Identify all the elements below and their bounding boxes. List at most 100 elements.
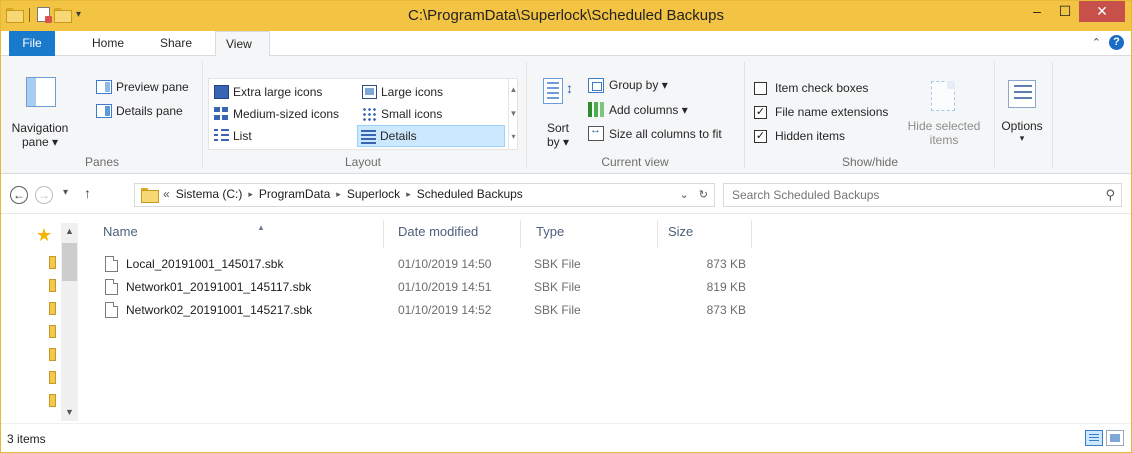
details-option[interactable]: Details (357, 125, 505, 147)
help-icon[interactable]: ? (1109, 35, 1124, 50)
column-header-type[interactable]: Type (536, 224, 564, 239)
ribbon-view: Navigation pane ▾ Preview pane Details p… (0, 56, 1132, 174)
nav-folder-icon[interactable] (49, 394, 56, 407)
details-pane-button[interactable]: Details pane (116, 104, 183, 118)
nav-folder-icon[interactable] (49, 302, 56, 315)
options-button[interactable]: Options (996, 119, 1048, 133)
search-box[interactable]: ⚲ (723, 183, 1122, 207)
nav-pane-scrollbar[interactable]: ▲ ▼ (61, 223, 78, 421)
up-button[interactable]: ↑ (84, 185, 91, 201)
nav-folder-icon[interactable] (49, 256, 56, 269)
small-icons-icon (362, 107, 377, 121)
list-icon (214, 129, 229, 143)
minimize-button[interactable]: ‒ (1023, 0, 1051, 22)
recent-locations-icon[interactable]: ▾ (63, 187, 68, 198)
hidden-items-checkbox[interactable]: ✓ (754, 130, 767, 143)
navigation-pane-icon[interactable] (26, 77, 56, 107)
breadcrumb-separator-icon[interactable]: ▸ (248, 189, 253, 200)
gallery-more-icon[interactable]: ▾ (509, 126, 518, 148)
tab-share[interactable]: Share (150, 31, 202, 56)
file-name-extensions-label[interactable]: File name extensions (775, 105, 888, 119)
breadcrumb-separator-icon[interactable]: ▸ (406, 189, 411, 200)
extra-large-icons-option[interactable]: Extra large icons (211, 81, 322, 103)
back-button[interactable]: ← (10, 186, 28, 204)
nav-folder-icon[interactable] (49, 325, 56, 338)
hidden-items-label[interactable]: Hidden items (775, 129, 845, 143)
tab-file[interactable]: File (9, 31, 55, 56)
breadcrumb: « Sistema (C:) ▸ ProgramData ▸ Superlock… (141, 187, 523, 203)
options-icon[interactable] (1008, 80, 1036, 108)
gallery-down-icon[interactable]: ▼ (509, 102, 518, 126)
sort-by-button-line2[interactable]: by ▾ (536, 135, 580, 149)
scroll-up-icon[interactable]: ▲ (61, 226, 78, 236)
small-icons-option[interactable]: Small icons (359, 103, 442, 125)
column-divider[interactable] (657, 220, 658, 248)
column-header-size[interactable]: Size (668, 224, 693, 239)
table-row[interactable]: Local_20191001_145017.sbk 01/10/2019 14:… (101, 254, 761, 274)
file-name: Local_20191001_145017.sbk (126, 257, 284, 271)
nav-folder-icon[interactable] (49, 371, 56, 384)
group-separator (202, 62, 203, 168)
gallery-up-icon[interactable]: ▲ (509, 78, 518, 102)
large-icons-view-icon[interactable] (1106, 430, 1124, 446)
group-by-button[interactable]: Group by ▾ (609, 78, 668, 92)
options-dropdown-icon[interactable]: ▾ (996, 133, 1048, 144)
column-divider[interactable] (751, 220, 752, 248)
large-icons-option[interactable]: Large icons (359, 81, 443, 103)
preview-pane-button[interactable]: Preview pane (116, 80, 189, 94)
forward-button[interactable]: → (35, 186, 53, 204)
table-row[interactable]: Network01_20191001_145117.sbk 01/10/2019… (101, 277, 761, 297)
close-button[interactable]: ✕ (1079, 0, 1125, 22)
file-size: 873 KB (706, 257, 746, 271)
list-option[interactable]: List (211, 125, 252, 147)
breadcrumb-drive[interactable]: Sistema (C:) (176, 187, 243, 201)
tab-home[interactable]: Home (82, 31, 134, 56)
hide-selected-button-line2[interactable]: items (898, 133, 990, 147)
hide-selected-button[interactable]: Hide selected (898, 119, 990, 133)
group-by-icon (588, 78, 604, 93)
group-separator (526, 62, 527, 168)
column-divider[interactable] (520, 220, 521, 248)
file-size: 819 KB (706, 280, 746, 294)
address-bar[interactable]: « Sistema (C:) ▸ ProgramData ▸ Superlock… (134, 183, 715, 207)
layout-gallery-scroll[interactable]: ▲ ▼ ▾ (508, 78, 518, 150)
favorites-star-icon[interactable]: ★ (36, 225, 52, 246)
scroll-down-icon[interactable]: ▼ (61, 407, 78, 417)
breadcrumb-overflow[interactable]: « (163, 187, 170, 201)
sort-by-button[interactable]: Sort (536, 121, 580, 135)
details-pane-icon (96, 104, 112, 118)
column-header-date-modified[interactable]: Date modified (398, 224, 478, 239)
column-divider[interactable] (383, 220, 384, 248)
nav-folder-icon[interactable] (49, 279, 56, 292)
search-icon[interactable]: ⚲ (1105, 187, 1115, 203)
sort-by-icon[interactable] (543, 78, 563, 104)
search-input[interactable] (732, 184, 1092, 206)
address-history-icon[interactable]: ⌄ (680, 188, 689, 201)
maximize-button[interactable]: ☐ (1051, 0, 1079, 22)
minimize-ribbon-icon[interactable]: ⌃ (1092, 36, 1101, 49)
size-all-columns-button[interactable]: Size all columns to fit (609, 127, 722, 141)
medium-icons-option[interactable]: Medium-sized icons (211, 103, 339, 125)
navigation-pane-button[interactable]: Navigation (6, 121, 74, 135)
tab-view[interactable]: View (215, 31, 270, 57)
nav-folder-icon[interactable] (49, 348, 56, 361)
item-check-boxes-checkbox[interactable] (754, 82, 767, 95)
breadcrumb-programdata[interactable]: ProgramData (259, 187, 330, 201)
details-view-icon[interactable] (1085, 430, 1103, 446)
item-check-boxes-label[interactable]: Item check boxes (775, 81, 868, 95)
add-columns-button[interactable]: Add columns ▾ (609, 103, 688, 117)
file-icon (105, 302, 118, 318)
file-name-extensions-checkbox[interactable]: ✓ (754, 106, 767, 119)
refresh-icon[interactable]: ↻ (699, 188, 708, 201)
file-type: SBK File (534, 257, 581, 271)
breadcrumb-scheduled-backups[interactable]: Scheduled Backups (417, 187, 523, 201)
breadcrumb-separator-icon[interactable]: ▸ (336, 189, 341, 200)
scrollbar-thumb[interactable] (62, 243, 77, 281)
large-icons-label: Large icons (381, 85, 444, 99)
navigation-pane-button-line2[interactable]: pane ▾ (6, 135, 74, 149)
column-header-name[interactable]: ▲ Name (103, 223, 265, 239)
table-row[interactable]: Network02_20191001_145217.sbk 01/10/2019… (101, 300, 761, 320)
address-row: ← → ▾ ↑ « Sistema (C:) ▸ ProgramData ▸ S… (0, 174, 1132, 214)
breadcrumb-superlock[interactable]: Superlock (347, 187, 400, 201)
details-label: Details (380, 129, 417, 143)
